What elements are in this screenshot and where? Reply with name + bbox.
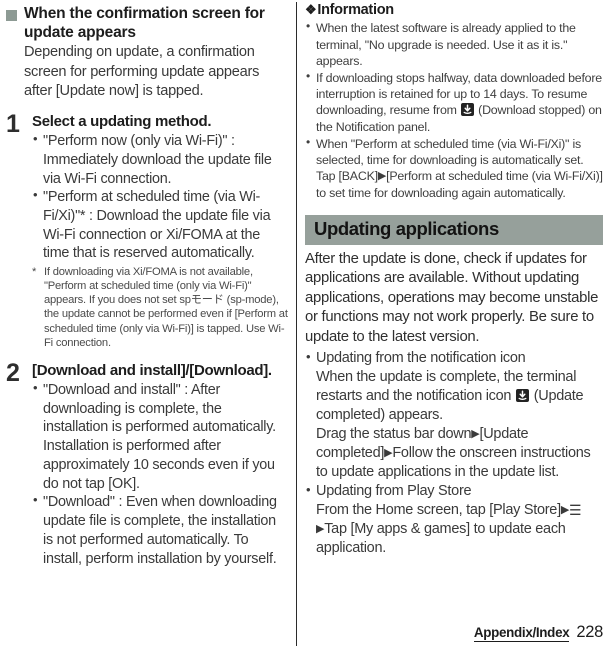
right-section-intro: After the update is done, check if updat… (305, 250, 599, 345)
list-item: When "Perform at scheduled time (via Wi-… (305, 135, 603, 201)
information-heading: ❖Information (305, 2, 603, 19)
right-bullet-list: Updating from the notification icon When… (305, 348, 603, 559)
footnote-text: If downloading via Xi/FOMA is not availa… (44, 266, 288, 349)
step-2: 2 [Download and install]/[Download]. "Do… (6, 358, 288, 568)
step-content: [Download and install]/[Download]. "Down… (32, 362, 288, 568)
arrow-right-icon: ▶ (471, 427, 480, 440)
bullet-line: Drag the status bar down▶[Update complet… (316, 425, 591, 480)
list-item: When the latest software is already appl… (305, 19, 603, 69)
square-marker-icon (6, 10, 17, 21)
arrow-right-icon: ▶ (377, 170, 387, 183)
step-1: 1 Select a updating method. "Perform now… (6, 109, 288, 350)
left-column: When the confirmation screen for update … (0, 0, 296, 648)
step-title: Select a updating method. (32, 112, 212, 130)
list-item: Updating from the notification icon When… (305, 348, 603, 482)
information-list: When the latest software is already appl… (305, 19, 603, 201)
footnote-marker: * (32, 266, 37, 279)
arrow-right-icon: ▶ (560, 504, 570, 517)
page-number: 228 (576, 623, 603, 641)
list-item: "Download and install" : After downloadi… (32, 380, 288, 493)
list-item: "Perform now (only via Wi-Fi)" : Immedia… (32, 131, 288, 188)
download-stopped-icon (460, 103, 474, 117)
step-bullet-list: "Perform now (only via Wi-Fi)" : Immedia… (32, 131, 288, 263)
list-item: "Download" : Even when downloading updat… (32, 492, 288, 568)
arrow-right-icon: ▶ (384, 446, 393, 459)
step-content: Select a updating method. "Perform now (… (32, 113, 288, 350)
step-bullet-list: "Download and install" : After downloadi… (32, 380, 288, 568)
information-heading-label: Information (317, 2, 394, 18)
list-item: "Perform at scheduled time (via Wi-Fi/Xi… (32, 187, 288, 263)
section-heading-block: When the confirmation screen for update … (6, 4, 288, 42)
bullet-line: From the Home screen, tap [Play Store]▶☰… (316, 502, 582, 557)
section-intro: Depending on update, a confirmation scre… (24, 44, 260, 99)
list-item: If downloading stops halfway, data downl… (305, 69, 603, 135)
list-item: Updating from Play Store From the Home s… (305, 481, 603, 558)
right-column: ❖Information When the latest software is… (297, 0, 607, 648)
footnote: * If downloading via Xi/FOMA is not avai… (32, 265, 288, 350)
arrow-right-icon: ▶ (316, 523, 325, 536)
step-number: 1 (6, 109, 20, 138)
bullet-heading: Updating from Play Store (316, 482, 472, 499)
step-number: 2 (6, 358, 20, 387)
bullet-line: When the update is complete, the termina… (316, 368, 584, 423)
update-completed-icon (515, 388, 529, 402)
section-bar-title: Updating applications (305, 214, 603, 245)
bullet-heading: Updating from the notification icon (316, 349, 526, 366)
diamond-icon: ❖ (305, 2, 317, 17)
hamburger-menu-icon: ☰ (569, 502, 582, 519)
page-footer: Appendix/Index 228 (473, 623, 603, 642)
manual-page: When the confirmation screen for update … (0, 0, 607, 648)
footer-section-label: Appendix/Index (473, 625, 570, 642)
section-heading: When the confirmation screen for update … (24, 5, 265, 42)
step-title: [Download and install]/[Download]. (32, 361, 272, 379)
